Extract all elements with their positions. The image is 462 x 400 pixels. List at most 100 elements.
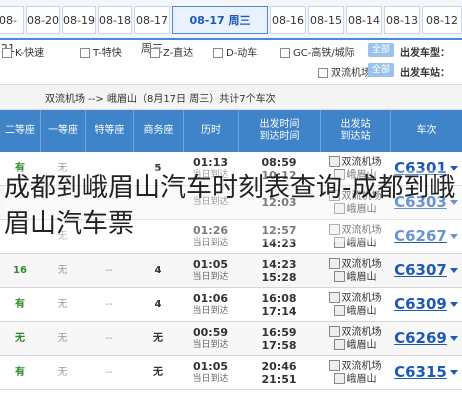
- header-first-class[interactable]: 一等座: [40, 110, 85, 152]
- checkbox-icon[interactable]: [2, 48, 12, 58]
- station-icon: [328, 292, 340, 303]
- date-tab[interactable]: 08-15: [308, 6, 344, 34]
- chevron-down-icon[interactable]: [449, 336, 458, 341]
- train-cell[interactable]: C6269: [390, 322, 462, 355]
- station-icon: [328, 156, 340, 167]
- table-header: 二等座 一等座 特等座 商务座 历时 出发时间 到达时间 出发站 到达站 车次: [0, 110, 462, 152]
- station-icon: [333, 339, 345, 350]
- type-filter-z[interactable]: Z-直达: [150, 44, 193, 59]
- to-station: 峨眉山: [333, 271, 377, 284]
- duration: 01:05: [192, 257, 228, 271]
- chevron-down-icon[interactable]: [449, 302, 458, 307]
- arrival-note: 当日到达: [192, 271, 229, 282]
- second-class-seats[interactable]: 有: [0, 356, 40, 389]
- special-class-seats[interactable]: --: [85, 254, 133, 287]
- duration-cell: 01:06 当日到达: [183, 288, 238, 321]
- first-class-seats[interactable]: 无: [40, 322, 85, 355]
- times-cell: 16:59 17:58: [238, 322, 320, 355]
- business-class-seats[interactable]: 无: [133, 322, 183, 355]
- special-class-seats[interactable]: --: [85, 356, 133, 389]
- station-icon: [328, 258, 340, 269]
- header-second-class[interactable]: 二等座: [0, 110, 40, 152]
- checkbox-icon[interactable]: [280, 48, 290, 58]
- chevron-down-icon[interactable]: [449, 370, 458, 375]
- second-class-seats[interactable]: 无: [0, 322, 40, 355]
- date-tab[interactable]: 08-16: [270, 6, 306, 34]
- date-tab[interactable]: 08-14: [346, 6, 382, 34]
- duration: 01:05: [192, 359, 228, 373]
- train-cell[interactable]: C6307: [390, 254, 462, 287]
- business-class-seats[interactable]: 4: [133, 254, 183, 287]
- table-row[interactable]: 16 无 -- 4 01:05 当日到达 14:23 15:28 双流机场 峨眉山 C6307: [0, 254, 462, 288]
- header-duration[interactable]: 历时: [183, 110, 238, 152]
- business-class-seats[interactable]: 无: [133, 356, 183, 389]
- table-row[interactable]: 有无 -- 无 01:05 当日到达 20:46 21:51 双流机场 峨眉山 C6315: [0, 356, 462, 390]
- header-stations[interactable]: 出发站 到达站: [320, 110, 390, 152]
- first-class-seats[interactable]: 无: [40, 288, 85, 321]
- to-station: 峨眉山: [333, 339, 377, 352]
- header-from-station: 出发站: [340, 119, 371, 130]
- header-business-class[interactable]: 商务座: [133, 110, 183, 152]
- train-number-link[interactable]: C6269: [394, 331, 447, 346]
- stations-cell: 双流机场 峨眉山: [320, 254, 390, 287]
- second-class-seats[interactable]: 16: [0, 254, 40, 287]
- station-icon: [328, 360, 340, 371]
- train-cell[interactable]: C6315: [390, 356, 462, 389]
- table-row[interactable]: 无无 -- 无 00:59 当日到达 16:59 17:58 双流机场 峨眉山 C6269: [0, 322, 462, 356]
- arrival-note: 当日到达: [192, 305, 229, 316]
- header-departure-time: 出发时间: [259, 119, 300, 130]
- special-class-seats[interactable]: --: [85, 288, 133, 321]
- station-filter-label: 出发车站：: [400, 68, 450, 79]
- arrival-time: 17:14: [261, 304, 297, 318]
- header-special-class[interactable]: 特等座: [85, 110, 133, 152]
- date-tab[interactable]: 08-21: [0, 6, 24, 55]
- arrival-time: 21:51: [261, 372, 297, 386]
- type-filter-d[interactable]: D-动车: [213, 44, 257, 59]
- date-tab-active[interactable]: 08-17 周三: [172, 6, 268, 34]
- departure-time: 16:08: [261, 291, 297, 305]
- special-class-seats[interactable]: --: [85, 322, 133, 355]
- checkbox-icon[interactable]: [150, 48, 160, 58]
- stations-cell: 双流机场 峨眉山: [320, 288, 390, 321]
- duration-cell: 01:05 当日到达: [183, 356, 238, 389]
- second-class-seats[interactable]: 有: [0, 288, 40, 321]
- duration-cell: 01:05 当日到达: [183, 254, 238, 287]
- checkbox-icon[interactable]: [318, 68, 328, 78]
- train-number-link[interactable]: C6309: [394, 297, 447, 312]
- header-train[interactable]: 车次: [390, 110, 462, 152]
- type-filter-k[interactable]: K-快速: [2, 44, 44, 59]
- duration: 01:06: [192, 291, 228, 305]
- chevron-down-icon[interactable]: [449, 268, 458, 273]
- page-caption: 成都到峨眉山汽车时刻表查询-成都到峨眉山汽车票: [4, 170, 462, 242]
- from-station: 双流机场: [328, 258, 382, 271]
- date-tab[interactable]: 08-18: [98, 6, 132, 34]
- first-class-seats[interactable]: 无: [40, 254, 85, 287]
- station-filter-item[interactable]: 双流机场: [318, 64, 371, 79]
- arrival-note: 当日到达: [192, 339, 229, 350]
- type-filter-gc[interactable]: GC-高铁/城际: [280, 44, 355, 59]
- train-number-link[interactable]: C6307: [394, 263, 447, 278]
- from-station: 双流机场: [328, 292, 382, 305]
- station-all-button[interactable]: 全部: [368, 63, 395, 77]
- type-all-button[interactable]: 全部: [368, 43, 395, 57]
- stations-cell: 双流机场 峨眉山: [320, 356, 390, 389]
- date-tab[interactable]: 08-13: [384, 6, 420, 34]
- date-tab[interactable]: 08-12: [422, 6, 462, 34]
- duration: 01:13: [192, 155, 228, 169]
- date-tab[interactable]: 08-20: [26, 6, 60, 34]
- train-type-filter: K-快速 T-特快 Z-直达 D-动车 GC-高铁/城际 全部 出发车型：: [0, 40, 462, 62]
- times-cell: 14:23 15:28: [238, 254, 320, 287]
- table-row[interactable]: 有无 -- 4 01:06 当日到达 16:08 17:14 双流机场 峨眉山 C6309: [0, 288, 462, 322]
- departure-time: 08:59: [261, 155, 297, 169]
- header-times[interactable]: 出发时间 到达时间: [238, 110, 320, 152]
- date-tab[interactable]: 08-17 周三: [134, 6, 170, 55]
- checkbox-icon[interactable]: [80, 48, 90, 58]
- date-tab[interactable]: 08-19: [62, 6, 96, 34]
- first-class-seats[interactable]: 无: [40, 356, 85, 389]
- type-filter-t[interactable]: T-特快: [80, 44, 122, 59]
- train-cell[interactable]: C6309: [390, 288, 462, 321]
- duration: 00:59: [192, 325, 228, 339]
- checkbox-icon[interactable]: [213, 48, 223, 58]
- business-class-seats[interactable]: 4: [133, 288, 183, 321]
- train-number-link[interactable]: C6315: [394, 365, 447, 380]
